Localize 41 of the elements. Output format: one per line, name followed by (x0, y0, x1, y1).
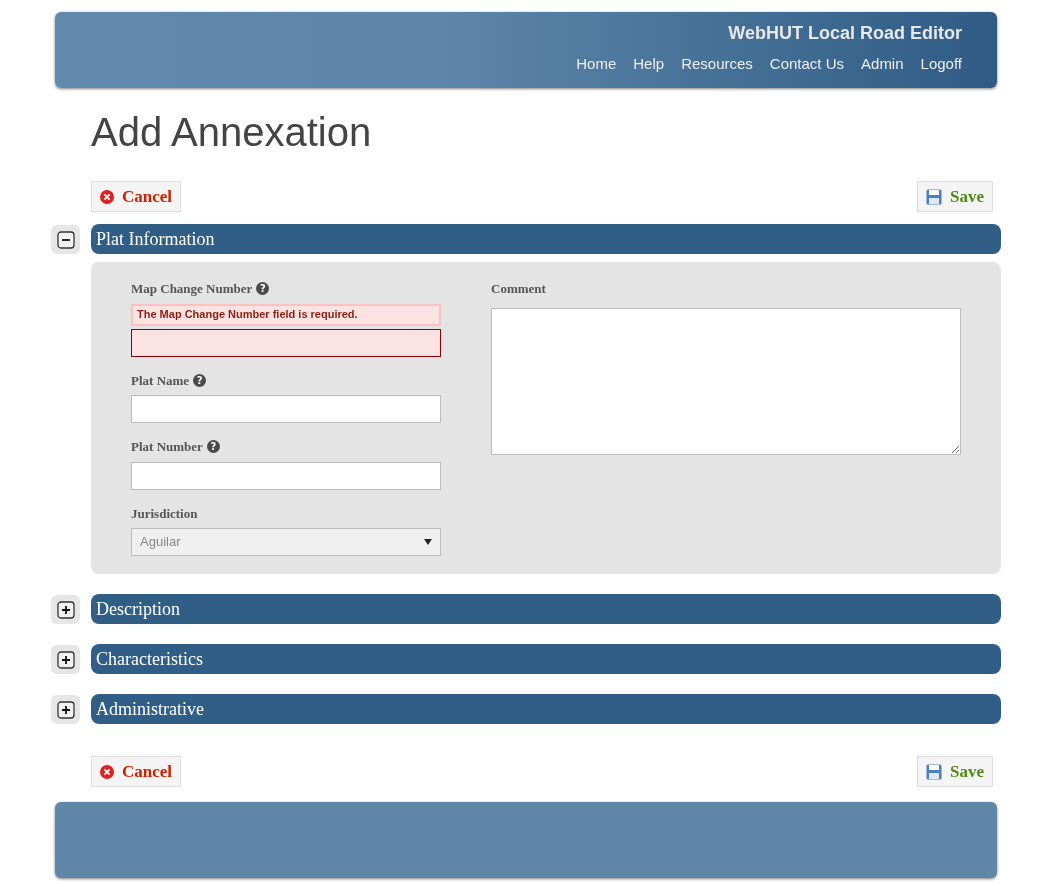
nav-link[interactable]: Resources (681, 53, 753, 76)
help-icon[interactable]: ? (206, 440, 220, 454)
cancel-button[interactable]: Cancel (91, 756, 182, 787)
help-icon[interactable]: ? (256, 282, 270, 296)
app-title: WebHUT Local Road Editor (728, 22, 962, 45)
close-icon (100, 764, 114, 779)
field-label-text: Plat Number (131, 438, 203, 456)
expand-button[interactable] (51, 595, 80, 624)
collapse-button[interactable] (51, 225, 80, 254)
help-icon[interactable]: ? (193, 373, 207, 387)
section-header[interactable]: Description (91, 594, 1001, 624)
nav-link[interactable]: Admin (861, 53, 904, 76)
minus-icon (56, 230, 75, 249)
field-label-text: Plat Name (131, 371, 190, 390)
text-field[interactable] (131, 395, 441, 423)
nav-link[interactable]: Logoff (920, 53, 962, 76)
close-icon (100, 189, 114, 204)
page-title: Add Annexation (91, 109, 373, 156)
section-header[interactable]: Plat Information (91, 224, 1001, 254)
plus-icon (56, 700, 75, 719)
nav-link[interactable]: Contact Us (769, 53, 845, 76)
nav-link[interactable]: Home (576, 53, 617, 76)
plus-icon (56, 650, 75, 669)
field-label: Comment (491, 280, 547, 298)
dropdown-field[interactable]: Aguilar (131, 528, 441, 556)
save-button[interactable]: Save (917, 756, 993, 787)
save-button[interactable]: Save (917, 181, 993, 212)
error-message: The Map Change Number field is required. (131, 303, 441, 326)
dropdown-arrow-icon (424, 539, 432, 545)
text-field[interactable] (131, 461, 441, 490)
text-field[interactable] (131, 328, 441, 357)
plus-icon (56, 600, 75, 619)
nav-link[interactable]: Help (633, 53, 665, 76)
expand-button[interactable] (51, 695, 80, 724)
cancel-button[interactable]: Cancel (91, 181, 182, 212)
expand-button[interactable] (51, 645, 80, 674)
comment-field[interactable] (491, 307, 961, 455)
field-label-text: Jurisdiction (131, 504, 198, 523)
section-header[interactable]: Characteristics (91, 644, 1001, 674)
field-label-text: Map Change Number (131, 280, 253, 298)
section-header[interactable]: Administrative (91, 694, 1001, 724)
